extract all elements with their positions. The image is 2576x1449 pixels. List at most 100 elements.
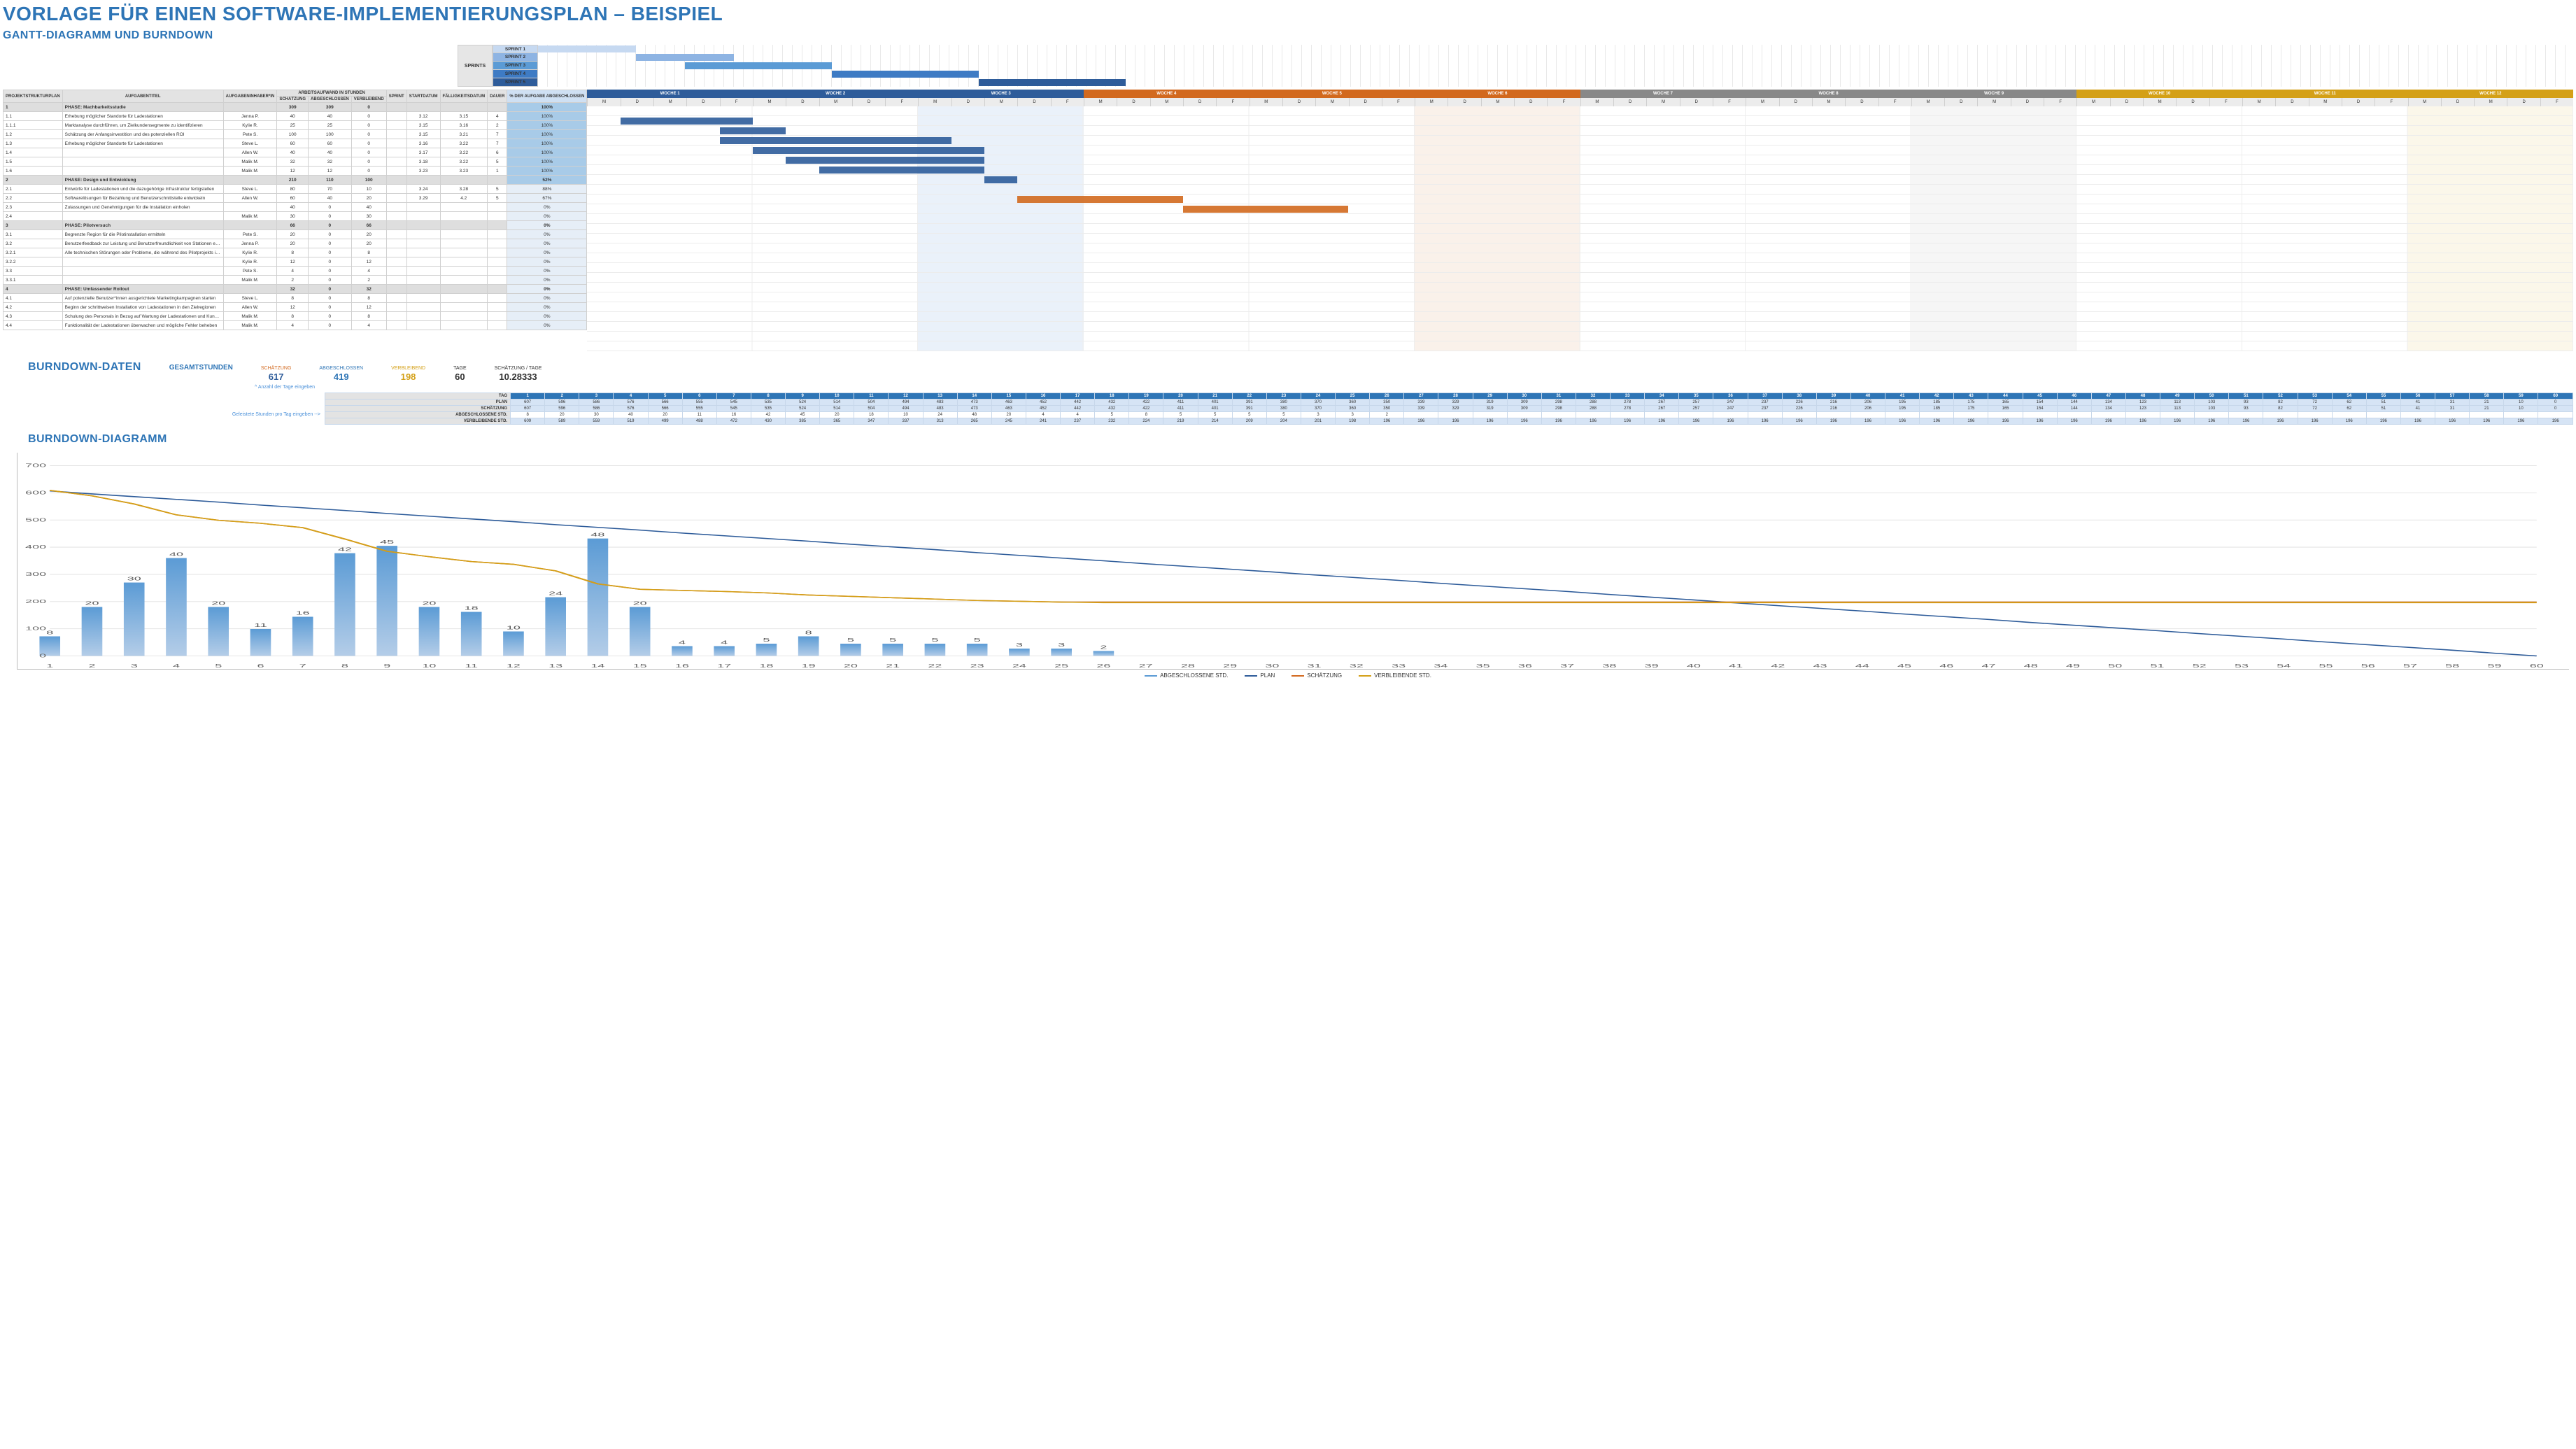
- svg-text:10: 10: [507, 625, 521, 630]
- pct-cell: 0%: [507, 203, 587, 212]
- gantt-row: [587, 185, 2573, 195]
- svg-text:32: 32: [1350, 663, 1364, 669]
- day-header-cell: M: [1084, 98, 1117, 106]
- col-sprint: SPRINT: [386, 90, 406, 103]
- table-row[interactable]: 2.1Entwürfe für Ladestationen und die da…: [3, 185, 587, 194]
- svg-text:4: 4: [679, 639, 686, 645]
- table-row[interactable]: 4.2Beginn der schrittweisen Installation…: [3, 303, 587, 312]
- svg-text:12: 12: [507, 663, 521, 669]
- svg-text:52: 52: [2193, 663, 2207, 669]
- table-row[interactable]: 3.1Begrenzte Region für die Pilotinstall…: [3, 230, 587, 239]
- svg-text:21: 21: [886, 663, 900, 669]
- table-row[interactable]: 3.2.1Alle technischen Störungen oder Pro…: [3, 248, 587, 257]
- svg-text:40: 40: [1687, 663, 1701, 669]
- svg-text:3: 3: [1016, 642, 1024, 648]
- svg-text:42: 42: [338, 546, 352, 552]
- svg-text:24: 24: [549, 591, 562, 596]
- day-header-cell: D: [1117, 98, 1149, 106]
- svg-text:51: 51: [2151, 663, 2165, 669]
- day-header-cell: D: [2342, 98, 2375, 106]
- table-row[interactable]: 1.1Erhebung möglicher Standorte für Lade…: [3, 112, 587, 121]
- day-header-cell: D: [2441, 98, 2474, 106]
- perday-val: 10.28333: [499, 372, 537, 382]
- table-row[interactable]: 3.2Benutzerfeedback zur Leistung und Ben…: [3, 239, 587, 248]
- table-row[interactable]: 4PHASE: Umfassender Rollout320320%: [3, 285, 587, 294]
- table-row[interactable]: 3.2.2Kylie R.120120%: [3, 257, 587, 267]
- table-row[interactable]: 1.4Allen W.404003.173.226100%: [3, 148, 587, 157]
- gantt-row: [587, 146, 2573, 155]
- svg-text:19: 19: [802, 663, 816, 669]
- pct-cell: 0%: [507, 321, 587, 330]
- svg-text:16: 16: [675, 663, 689, 669]
- table-row[interactable]: 2.2Softwarelösungen für Bezahlung und Be…: [3, 194, 587, 203]
- svg-text:43: 43: [1813, 663, 1827, 669]
- svg-text:13: 13: [549, 663, 562, 669]
- table-row[interactable]: 4.1Auf potenzielle Benutzer*innen ausger…: [3, 294, 587, 303]
- gantt-row: [587, 263, 2573, 273]
- table-row[interactable]: 1.6Malik M.121203.233.231100%: [3, 167, 587, 176]
- day-header-cell: D: [2507, 98, 2540, 106]
- gantt-row: [587, 302, 2573, 312]
- svg-text:50: 50: [2108, 663, 2122, 669]
- week-header-cell: WOCHE 10: [2076, 90, 2242, 98]
- day-header-cell: F: [1382, 98, 1415, 106]
- pct-cell: 0%: [507, 267, 587, 276]
- day-header-cell: M: [1646, 98, 1679, 106]
- total-val: 617: [269, 372, 284, 382]
- svg-text:36: 36: [1518, 663, 1532, 669]
- svg-text:20: 20: [85, 600, 99, 606]
- svg-text:23: 23: [970, 663, 984, 669]
- done-val: 419: [334, 372, 349, 382]
- table-row[interactable]: 3.3Pete S.4040%: [3, 267, 587, 276]
- gantt-row: [587, 243, 2573, 253]
- gantt-section-heading: GANTT-DIAGRAMM UND BURNDOWN: [3, 29, 2573, 42]
- svg-text:8: 8: [341, 663, 349, 669]
- table-row[interactable]: 1.2Schätzung der Anfangsinvestition und …: [3, 130, 587, 139]
- day-header-cell: D: [1448, 98, 1480, 106]
- gantt-bar: [786, 157, 984, 164]
- day-header-cell: D: [1613, 98, 1646, 106]
- gantt-row: [587, 341, 2573, 351]
- table-row[interactable]: 1.3Erhebung möglicher Standorte für Lade…: [3, 139, 587, 148]
- svg-text:22: 22: [928, 663, 942, 669]
- svg-text:25: 25: [1054, 663, 1068, 669]
- svg-text:2: 2: [88, 663, 95, 669]
- table-row[interactable]: 4.4Funktionalität der Ladestationen über…: [3, 321, 587, 330]
- table-row[interactable]: 3.3.1Malik M.2020%: [3, 276, 587, 285]
- svg-text:8: 8: [46, 630, 54, 635]
- day-header-cell: M: [2242, 98, 2275, 106]
- svg-text:33: 33: [1392, 663, 1406, 669]
- page-title: VORLAGE FÜR EINEN SOFTWARE-IMPLEMENTIERU…: [3, 3, 2573, 25]
- pct-cell: 0%: [507, 312, 587, 321]
- day-header-cell: M: [1977, 98, 2010, 106]
- day-header-cell: F: [2209, 98, 2242, 106]
- day-header-cell: D: [1349, 98, 1382, 106]
- gantt-container: PROJEKTSTRUKTURPLAN AUFGABENTITEL AUFGAB…: [3, 90, 2573, 351]
- table-row[interactable]: 1.1.1Marktanalyse durchführen, um Zielku…: [3, 121, 587, 130]
- total-hours-label: GESAMTSTUNDEN: [169, 364, 233, 372]
- table-row[interactable]: 2.4Malik M.300300%: [3, 212, 587, 221]
- table-row[interactable]: 1.5Malik M.323203.183.225100%: [3, 157, 587, 167]
- day-header-cell: D: [1183, 98, 1216, 106]
- pct-cell: 100%: [507, 139, 587, 148]
- day-header-cell: M: [1746, 98, 1778, 106]
- week-header-cell: WOCHE 3: [918, 90, 1084, 98]
- svg-text:10: 10: [422, 663, 436, 669]
- svg-text:14: 14: [590, 663, 604, 669]
- table-row[interactable]: 1PHASE: Machbarkeitsstudie3093090100%: [3, 103, 587, 112]
- svg-text:48: 48: [2024, 663, 2038, 669]
- table-row[interactable]: 2PHASE: Design und Entwicklung2101101005…: [3, 176, 587, 185]
- col-done: ABGESCHLOSSEN: [309, 97, 352, 103]
- gantt-row: [587, 126, 2573, 136]
- day-header-cell: D: [621, 98, 653, 106]
- svg-text:5: 5: [847, 637, 855, 643]
- svg-text:30: 30: [1265, 663, 1279, 669]
- table-row[interactable]: 4.3Schulung des Personals in Bezug auf W…: [3, 312, 587, 321]
- svg-text:26: 26: [1096, 663, 1110, 669]
- table-row[interactable]: 3PHASE: Pilotversuch660660%: [3, 221, 587, 230]
- table-row[interactable]: 2.3Zulassungen und Genehmigungen für die…: [3, 203, 587, 212]
- day-header-cell: F: [1878, 98, 1911, 106]
- col-due: FÄLLIGKEITSDATUM: [440, 90, 488, 103]
- day-header-cell: F: [1216, 98, 1249, 106]
- perday-cap: SCHÄTZUNG / TAGE: [495, 366, 542, 371]
